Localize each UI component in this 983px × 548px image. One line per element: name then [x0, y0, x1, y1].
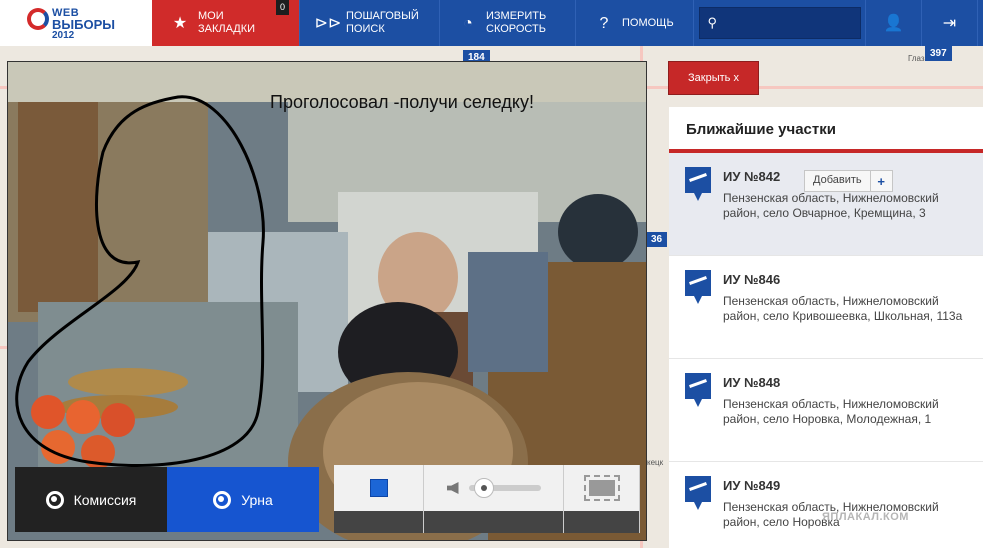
nav-help[interactable]: ? ПОМОЩЬ — [576, 0, 694, 46]
star-icon: ★ — [172, 14, 188, 32]
station-name: ИУ №849 — [723, 478, 781, 493]
logout-button[interactable]: ⇥ — [922, 0, 978, 46]
player-controls — [334, 465, 640, 533]
search-container: ⚲ — [694, 0, 866, 46]
ballot-box-icon — [685, 167, 711, 201]
volume-slider[interactable] — [468, 478, 541, 498]
speaker-icon[interactable] — [446, 482, 459, 494]
nav-help-label: ПОМОЩЬ — [622, 16, 674, 29]
volume-row — [446, 478, 541, 498]
nav-stepwise-search[interactable]: ⊳⊳ ПОШАГОВЫЙ ПОИСК — [300, 0, 440, 46]
add-bookmark-label: Добавить — [813, 174, 862, 186]
nav-my-bookmarks-label: МОИ ЗАКЛАДКИ — [198, 10, 256, 35]
station-item[interactable]: ИУ №848 Пензенская область, Нижнеломовск… — [669, 359, 983, 462]
video-caption: Проголосовал -получи селедку! — [270, 92, 534, 112]
top-navigation: WEB ВЫБОРЫ 2012 ★ МОИ ЗАКЛАДКИ 0 ⊳⊳ ПОША… — [0, 0, 983, 46]
camera-video[interactable]: Проголосовал -получи селедку! Комиссия У… — [7, 61, 647, 541]
station-name: ИУ №848 — [723, 375, 781, 390]
logo-ring-icon — [27, 8, 49, 30]
nav-measure-speed[interactable]: ◔ ИЗМЕРИТЬ СКОРОСТЬ — [440, 0, 576, 46]
user-icon: 👤 — [883, 15, 904, 32]
station-item[interactable]: ИУ №846 Пензенская область, Нижнеломовск… — [669, 256, 983, 359]
logo[interactable]: WEB ВЫБОРЫ 2012 — [0, 0, 152, 46]
volume-knob[interactable] — [473, 478, 494, 498]
map-city-label: кецк — [647, 458, 664, 467]
map-marker[interactable]: 36 — [646, 232, 668, 247]
urn-camera-button[interactable]: Урна — [167, 467, 319, 532]
stop-button[interactable] — [369, 479, 388, 497]
user-button[interactable]: 👤 — [866, 0, 922, 46]
station-item[interactable]: ИУ №849 Пензенская область, Нижнеломовск… — [669, 462, 983, 548]
speedometer-icon: ◔ — [463, 14, 473, 32]
map-marker[interactable]: 397 — [925, 46, 952, 61]
commission-camera-button[interactable]: Комиссия — [15, 467, 167, 532]
urn-camera-label: Урна — [241, 491, 273, 508]
forward-arrows-icon: ⊳⊳ — [314, 14, 342, 32]
volume-control — [424, 465, 564, 533]
plus-icon: + — [869, 171, 892, 191]
logout-icon: ⇥ — [942, 15, 957, 32]
map-city-label: Глаз — [908, 54, 925, 63]
commission-camera-label: Комиссия — [73, 491, 137, 508]
fullscreen-icon — [588, 480, 615, 496]
close-button[interactable]: Закрыть x — [668, 61, 759, 95]
search-icon: ⚲ — [707, 15, 718, 30]
camera-icon — [45, 490, 64, 509]
station-item[interactable]: ИУ №842 Пензенская область, Нижнеломовск… — [669, 153, 983, 256]
camera-switcher: Комиссия Урна — [15, 467, 320, 532]
ballot-box-icon — [685, 476, 711, 510]
search-input[interactable] — [723, 16, 854, 30]
station-address: Пензенская область, Нижнеломовский район… — [723, 294, 963, 323]
stop-control — [334, 465, 424, 533]
add-bookmark-button[interactable]: Добавить + — [804, 170, 893, 192]
fullscreen-button[interactable] — [583, 475, 620, 501]
ballot-box-icon — [685, 270, 711, 304]
camera-icon — [213, 490, 232, 509]
watermark: ЯПЛАКАЛ.КОМ — [822, 511, 909, 523]
station-address: Пензенская область, Нижнеломовский район… — [723, 397, 939, 426]
search-box[interactable]: ⚲ — [698, 7, 861, 39]
logo-line3: 2012 — [52, 30, 75, 41]
station-name: ИУ №846 — [723, 272, 781, 287]
station-address: Пензенская область, Нижнеломовский район… — [723, 191, 939, 220]
ballot-box-icon — [685, 373, 711, 407]
panel-title: Ближайшие участки — [669, 107, 983, 153]
bookmarks-count-badge: 0 — [275, 0, 289, 15]
nav-stepwise-search-label: ПОШАГОВЫЙ ПОИСК — [346, 10, 419, 35]
fullscreen-control — [564, 465, 640, 533]
nav-measure-speed-label: ИЗМЕРИТЬ СКОРОСТЬ — [486, 10, 547, 35]
question-icon: ? — [599, 14, 609, 32]
nav-my-bookmarks[interactable]: ★ МОИ ЗАКЛАДКИ 0 — [152, 0, 300, 46]
